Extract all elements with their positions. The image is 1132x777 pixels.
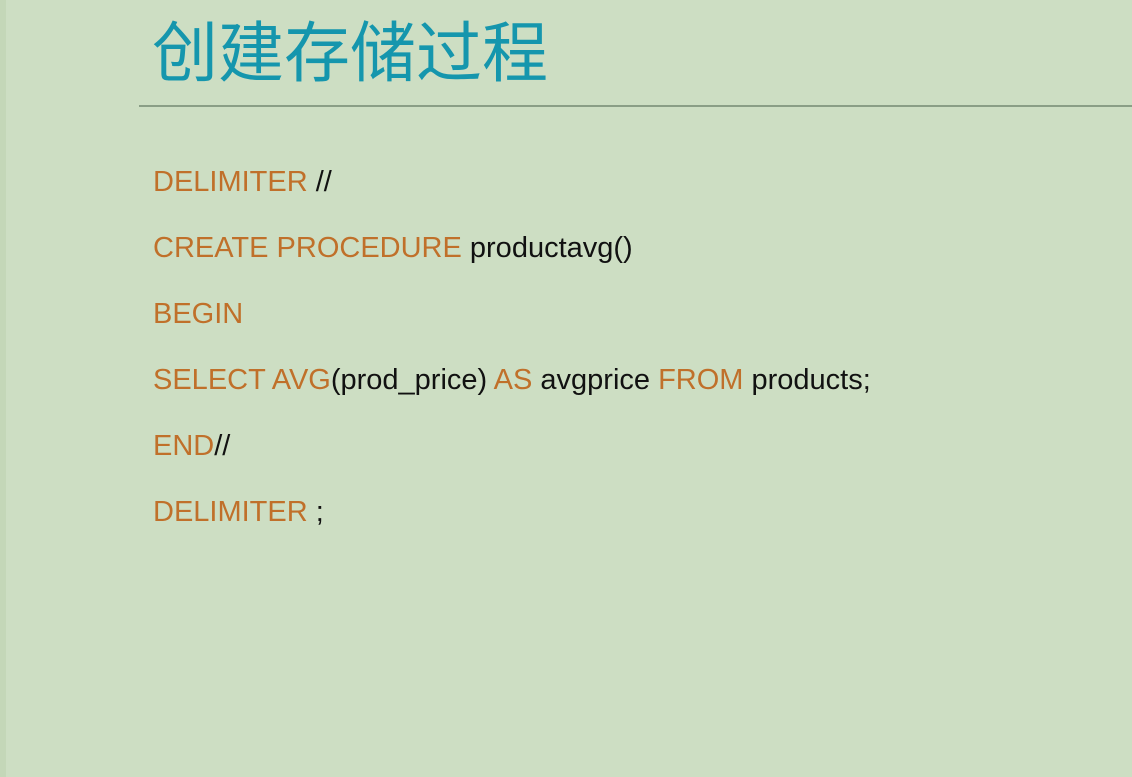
keyword-token: DELIMITER: [153, 496, 308, 528]
keyword-token: SELECT AVG: [153, 364, 331, 396]
keyword-token: END: [153, 430, 215, 462]
code-line-delimiter-open: DELIMITER //: [153, 162, 871, 228]
keyword-token: FROM: [658, 364, 744, 396]
code-line-delimiter-close: DELIMITER ;: [153, 492, 871, 558]
text-token: //: [214, 430, 231, 462]
text-token: (prod_price): [330, 364, 494, 396]
text-token: products;: [743, 364, 871, 396]
keyword-token: BEGIN: [153, 298, 244, 330]
text-token: ;: [307, 496, 324, 528]
slide: 创建存储过程 DELIMITER // CREATE PROCEDURE pro…: [0, 0, 1132, 777]
keyword-token: CREATE PROCEDURE: [153, 232, 462, 264]
code-line-end: END//: [153, 426, 871, 492]
text-token: //: [307, 166, 332, 198]
code-line-select: SELECT AVG(prod_price) AS avgprice FROM …: [153, 360, 871, 426]
code-line-begin: BEGIN: [153, 294, 871, 360]
text-token: productavg(): [461, 232, 633, 264]
keyword-token: DELIMITER: [153, 166, 308, 198]
text-token: avgprice: [532, 364, 659, 396]
code-block: DELIMITER // CREATE PROCEDURE productavg…: [153, 162, 871, 558]
slide-title: 创建存储过程: [152, 15, 548, 92]
keyword-token: AS: [493, 364, 533, 396]
code-line-create-procedure: CREATE PROCEDURE productavg(): [153, 228, 871, 294]
title-divider: [139, 105, 1132, 107]
